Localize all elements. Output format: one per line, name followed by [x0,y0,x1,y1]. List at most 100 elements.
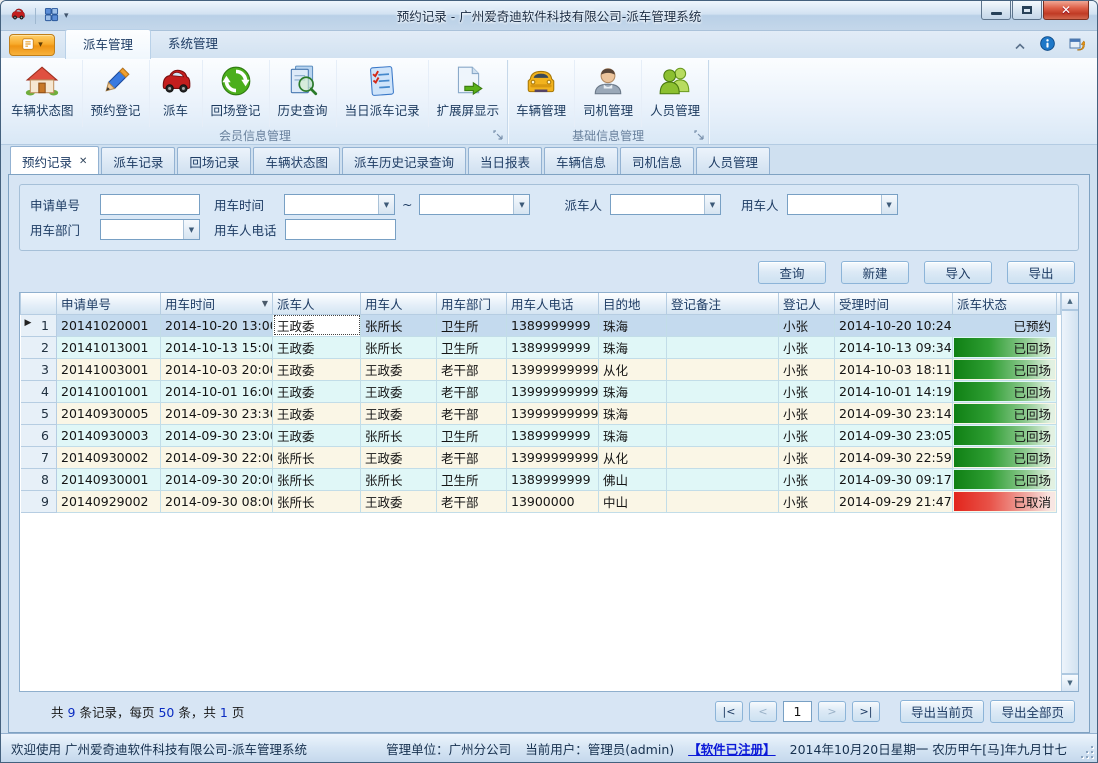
table-cell[interactable]: 王政委 [273,336,361,358]
new-button[interactable]: 新建 [841,261,909,284]
table-cell[interactable]: 2014-09-30 08:00 [161,490,273,512]
table-cell[interactable]: 王政委 [361,402,437,424]
table-row[interactable]: 5201409300052014-09-30 23:30王政委王政委老干部139… [21,402,1061,424]
table-cell[interactable]: 小张 [779,446,835,468]
vertical-scrollbar[interactable]: ▲ ▼ [1061,293,1078,691]
info-icon[interactable] [1040,36,1055,54]
dispatch-status-cell[interactable]: 已取消 [953,490,1057,512]
table-cell[interactable]: 20140930002 [57,446,161,468]
row-header[interactable]: 4 [21,380,57,402]
table-cell[interactable]: 13999999999 [507,446,599,468]
table-cell[interactable]: 佛山 [599,468,667,490]
table-cell[interactable]: 2014-09-30 23:00 [161,424,273,446]
table-cell[interactable]: 张所长 [361,424,437,446]
table-cell[interactable]: 2014-09-30 20:00 [161,468,273,490]
dispatch-status-cell[interactable]: 已回场 [953,468,1057,490]
table-cell[interactable]: 小张 [779,468,835,490]
export-current-page-button[interactable]: 导出当前页 [900,700,985,723]
resize-grip-icon[interactable] [1081,746,1093,758]
use-time-to-combo[interactable]: ▼ [419,194,530,215]
tab-personnel-mgmt[interactable]: 人员管理 [696,147,770,175]
collapse-ribbon-chevron-icon[interactable] [1014,38,1026,53]
table-cell[interactable]: 2014-09-30 22:59 [835,446,953,468]
column-header-3[interactable]: 派车人 [273,293,361,314]
table-cell[interactable]: 13999999999 [507,380,599,402]
table-cell[interactable]: 20141020001 [57,314,161,336]
ribbon-tab-system-mgmt[interactable]: 系统管理 [151,29,235,58]
table-cell[interactable] [667,490,779,512]
title-bar[interactable]: ▾ 预约记录 - 广州爱奇迪软件科技有限公司-派车管理系统 ✕ [1,1,1097,31]
department-combo[interactable]: ▼ [100,219,200,240]
row-header[interactable]: 3 [21,358,57,380]
ribbon-button-today-dispatch-records[interactable]: 当日派车记录 [337,60,429,127]
table-cell[interactable]: 2014-09-30 23:05 [835,424,953,446]
column-header-4[interactable]: 用车人 [361,293,437,314]
table-cell[interactable]: 20141013001 [57,336,161,358]
table-cell[interactable]: 张所长 [273,446,361,468]
dispatch-status-cell[interactable]: 已预约 [953,314,1057,336]
dispatch-status-cell[interactable]: 已回场 [953,446,1057,468]
row-header[interactable]: 2 [21,336,57,358]
table-cell[interactable]: 卫生所 [437,314,507,336]
table-cell[interactable]: 从化 [599,446,667,468]
table-row[interactable]: ▶1201410200012014-10-20 13:00王政委张所长卫生所13… [21,314,1061,336]
ribbon-button-dispatch-vehicle[interactable]: 派车 [150,60,203,127]
table-cell[interactable]: 珠海 [599,424,667,446]
row-header[interactable]: 5 [21,402,57,424]
next-page-button[interactable]: > [818,701,846,722]
table-cell[interactable]: 2014-09-30 23:30 [161,402,273,424]
ribbon-button-personnel-mgmt[interactable]: 人员管理 [642,60,708,127]
tab-return-records[interactable]: 回场记录 [177,147,251,175]
dispatch-status-cell[interactable]: 已回场 [953,402,1057,424]
dispatch-status-cell[interactable]: 已回场 [953,336,1057,358]
table-cell[interactable]: 2014-09-30 23:14 [835,402,953,424]
table-cell[interactable]: 小张 [779,314,835,336]
table-cell[interactable]: 王政委 [273,358,361,380]
export-button[interactable]: 导出 [1007,261,1075,284]
dispatch-status-cell[interactable]: 已回场 [953,358,1057,380]
table-cell[interactable]: 小张 [779,402,835,424]
table-cell[interactable]: 1389999999 [507,468,599,490]
column-header-2[interactable]: 用车时间▼ [161,293,273,314]
tab-daily-report[interactable]: 当日报表 [468,147,542,175]
table-cell[interactable]: 2014-10-20 13:00 [161,314,273,336]
table-cell[interactable]: 2014-10-20 10:24 [835,314,953,336]
table-cell[interactable]: 珠海 [599,380,667,402]
table-row[interactable]: 4201410010012014-10-01 16:00王政委王政委老干部139… [21,380,1061,402]
table-cell[interactable]: 2014-10-13 09:34 [835,336,953,358]
last-page-button[interactable]: >| [852,701,880,722]
ribbon-button-return-register[interactable]: 回场登记 [203,60,270,127]
switch-window-icon[interactable] [1069,36,1085,54]
tab-vehicle-info[interactable]: 车辆信息 [544,147,618,175]
table-cell[interactable]: 卫生所 [437,336,507,358]
table-cell[interactable] [667,402,779,424]
layout-grid-icon[interactable] [44,7,59,25]
table-cell[interactable]: 从化 [599,358,667,380]
ribbon-button-reservation-register[interactable]: 预约登记 [83,60,150,127]
use-time-from-combo[interactable]: ▼ [284,194,395,215]
close-button[interactable]: ✕ [1043,1,1089,20]
ribbon-tab-dispatch-mgmt[interactable]: 派车管理 [65,29,151,59]
export-all-pages-button[interactable]: 导出全部页 [990,700,1075,723]
column-header-5[interactable]: 用车部门 [437,293,507,314]
table-cell[interactable]: 王政委 [361,490,437,512]
dispatch-status-cell[interactable]: 已回场 [953,380,1057,402]
close-icon[interactable]: ✕ [79,156,87,167]
table-cell[interactable]: 张所长 [273,468,361,490]
table-cell[interactable]: 珠海 [599,336,667,358]
table-cell[interactable]: 2014-10-13 15:00 [161,336,273,358]
dialog-launcher-icon[interactable] [493,130,503,140]
table-cell[interactable]: 1389999999 [507,424,599,446]
minimize-button[interactable] [981,1,1011,20]
tab-reservation-records[interactable]: 预约记录✕ [10,146,99,175]
dispatcher-combo[interactable]: ▼ [610,194,721,215]
table-cell[interactable]: 2014-09-30 09:17 [835,468,953,490]
table-cell[interactable]: 中山 [599,490,667,512]
table-cell[interactable]: 珠海 [599,402,667,424]
column-header-9[interactable]: 登记人 [779,293,835,314]
table-cell[interactable]: 1389999999 [507,336,599,358]
row-header[interactable]: 6 [21,424,57,446]
scrollbar-thumb[interactable] [1062,310,1078,674]
table-cell[interactable]: 王政委 [361,446,437,468]
table-cell[interactable] [667,446,779,468]
